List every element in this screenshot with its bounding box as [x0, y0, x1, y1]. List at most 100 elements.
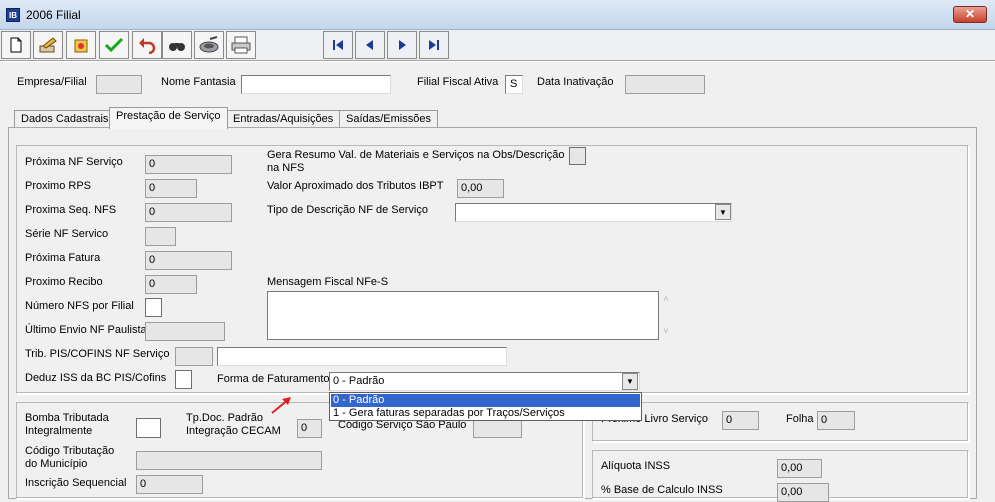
- tpdoc-label: Tp.Doc. Padrão: [186, 412, 264, 424]
- save-button[interactable]: [99, 31, 129, 59]
- cod-trib-label-line2: do Município: [25, 458, 88, 470]
- bomba-label-line2: Integralmente: [25, 425, 93, 437]
- proxima-fatura-field[interactable]: 0: [145, 251, 232, 270]
- serie-field[interactable]: [145, 227, 176, 246]
- ultimo-envio-field[interactable]: [145, 322, 225, 341]
- delete-button[interactable]: [66, 31, 96, 59]
- title-bar: [0, 0, 995, 30]
- bomba-label: Bomba Tributada: [25, 412, 109, 424]
- aliquota-field[interactable]: 0,00: [777, 459, 822, 478]
- undo-icon: [139, 38, 156, 54]
- numero-nfs-label: Número NFS por Filial: [25, 300, 134, 312]
- tab-saidas-emissoes[interactable]: Saídas/Emissões: [339, 110, 438, 128]
- tpdoc-field[interactable]: 0: [297, 419, 322, 438]
- undo-button[interactable]: [132, 31, 162, 59]
- bomba-checkbox[interactable]: [136, 418, 161, 438]
- export-button[interactable]: [194, 31, 224, 59]
- valor-ibpt-label: Valor Aproximado dos Tributos IBPT: [267, 180, 444, 192]
- insc-label: Inscrição Sequencial: [25, 477, 127, 489]
- valor-ibpt-field[interactable]: 0,00: [457, 179, 504, 198]
- toolbar-separator: [0, 60, 995, 62]
- proxima-nf-label: Próxima NF Serviço: [25, 156, 123, 168]
- fantasia-label: Nome Fantasia: [161, 76, 236, 88]
- proxima-nf-field[interactable]: 0: [145, 155, 232, 174]
- save-icon: [104, 37, 124, 53]
- forma-fat-options-list: 0 - Padrão 1 - Gera faturas separadas po…: [329, 392, 642, 421]
- ultimo-envio-label: Último Envio NF Paulista: [25, 324, 147, 336]
- forma-fat-option[interactable]: 1 - Gera faturas separadas por Traços/Se…: [331, 407, 640, 420]
- mensagem-textarea[interactable]: [267, 291, 659, 340]
- print-button[interactable]: [226, 31, 256, 59]
- deduz-iss-label: Deduz ISS da BC PIS/Cofins: [25, 372, 167, 384]
- search-button[interactable]: [162, 31, 192, 59]
- gera-resumo-checkbox[interactable]: [569, 147, 586, 165]
- pointer-arrow-icon: [271, 397, 291, 414]
- empresa-label: Empresa/Filial: [17, 76, 87, 88]
- base-calc-label: % Base de Calculo INSS: [601, 484, 723, 496]
- scroll-up-icon[interactable]: ˄: [663, 294, 669, 305]
- previous-record-icon: [366, 40, 373, 50]
- delete-icon: [74, 39, 88, 53]
- gera-resumo-label: Gera Resumo Val. de Materiais e Serviços…: [267, 149, 565, 161]
- cod-sp-field[interactable]: [473, 419, 522, 438]
- insc-field[interactable]: 0: [136, 475, 203, 494]
- first-record-button[interactable]: [323, 31, 353, 59]
- next-record-icon: [399, 40, 406, 50]
- new-button[interactable]: [1, 31, 31, 59]
- forma-fat-select[interactable]: 0 - Padrão: [329, 372, 640, 391]
- chevron-down-icon: ▼: [626, 377, 634, 386]
- window-title: 2006 Filial: [26, 8, 81, 22]
- new-icon: [10, 37, 22, 53]
- tipo-desc-select[interactable]: [455, 203, 732, 222]
- edit-icon: [39, 37, 57, 53]
- proximo-rps-field[interactable]: 0: [145, 179, 197, 198]
- tipo-desc-dropdown-button[interactable]: ▼: [715, 204, 731, 220]
- trib-pis-label: Trib. PIS/COFINS NF Serviço: [25, 348, 170, 360]
- proxima-fatura-label: Próxima Fatura: [25, 252, 101, 264]
- tab-dados-cadastrais[interactable]: Dados Cadastrais: [14, 110, 116, 128]
- close-button[interactable]: ✕: [953, 6, 987, 23]
- serie-label: Série NF Servico: [25, 228, 109, 240]
- last-record-button[interactable]: [419, 31, 449, 59]
- gera-resumo-label-line2: na NFS: [267, 162, 305, 174]
- cod-trib-field[interactable]: [136, 451, 322, 470]
- inativacao-field[interactable]: [625, 75, 705, 94]
- fiscal-label: Filial Fiscal Ativa: [417, 76, 499, 88]
- forma-fat-label: Forma de Faturamento: [217, 373, 330, 385]
- numero-nfs-checkbox[interactable]: [145, 298, 162, 317]
- proximo-recibo-field[interactable]: 0: [145, 275, 197, 294]
- scroll-down-icon[interactable]: ˅: [663, 326, 669, 337]
- forma-fat-dropdown-button[interactable]: ▼: [622, 373, 638, 390]
- app-icon: IB: [6, 8, 20, 22]
- chevron-down-icon: ▼: [719, 207, 727, 217]
- aliquota-label: Alíquota INSS: [601, 460, 671, 472]
- tab-prestacao-servico[interactable]: Prestação de Serviço: [109, 107, 228, 129]
- export-icon: [199, 36, 219, 53]
- previous-record-button[interactable]: [355, 31, 385, 59]
- inativacao-label: Data Inativação: [537, 76, 614, 88]
- tipo-desc-label: Tipo de Descrição NF de Serviço: [267, 204, 428, 216]
- empresa-field[interactable]: [96, 75, 142, 94]
- proximo-recibo-label: Proximo Recibo: [25, 276, 103, 288]
- trib-pis-desc-field[interactable]: [217, 347, 507, 366]
- edit-button[interactable]: [33, 31, 63, 59]
- folha-label: Folha: [786, 413, 814, 425]
- fantasia-field[interactable]: [241, 75, 391, 94]
- mensagem-label: Mensagem Fiscal NFe-S: [267, 276, 389, 288]
- cod-trib-label: Código Tributação: [25, 445, 115, 457]
- proxima-seq-field[interactable]: 0: [145, 203, 232, 222]
- last-record-icon: [429, 40, 439, 50]
- proximo-livro-field[interactable]: 0: [722, 411, 759, 430]
- fiscal-field[interactable]: S: [505, 75, 523, 94]
- deduz-iss-checkbox[interactable]: [175, 370, 192, 389]
- tab-entradas-aquisicoes[interactable]: Entradas/Aquisições: [226, 110, 341, 128]
- next-record-button[interactable]: [387, 31, 417, 59]
- proxima-seq-label: Proxima Seq. NFS: [25, 204, 117, 216]
- forma-fat-option[interactable]: 0 - Padrão: [331, 394, 640, 407]
- search-icon: [169, 43, 185, 51]
- folha-field[interactable]: 0: [817, 411, 855, 430]
- base-calc-field[interactable]: 0,00: [777, 483, 829, 502]
- trib-pis-code-field[interactable]: [175, 347, 213, 366]
- tpdoc-label-line2: Integração CECAM: [186, 425, 281, 437]
- print-icon: [231, 36, 251, 54]
